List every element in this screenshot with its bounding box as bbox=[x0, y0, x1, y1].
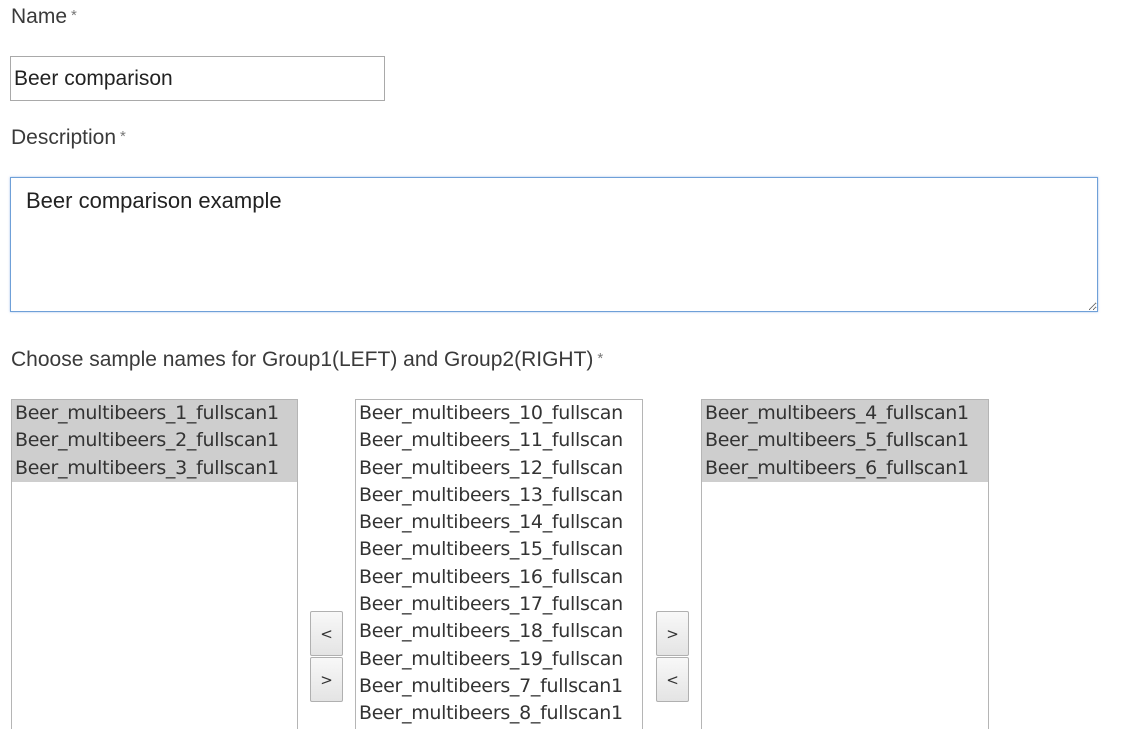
groups-label-text: Choose sample names for Group1(LEFT) and… bbox=[11, 348, 594, 371]
list-item[interactable]: Beer_multibeers_6_fullscan1 bbox=[702, 454, 988, 482]
list-item[interactable]: Beer_multibeers_7_fullscan1 bbox=[356, 673, 642, 700]
required-marker: * bbox=[597, 350, 604, 367]
list-item[interactable]: Beer_multibeers_15_fullscan bbox=[356, 536, 642, 563]
name-input[interactable] bbox=[10, 56, 385, 101]
list-item[interactable]: Beer_multibeers_8_fullscan1 bbox=[356, 700, 642, 727]
name-label: Name * bbox=[11, 5, 77, 29]
list-item[interactable]: Beer_multibeers_17_fullscan bbox=[356, 591, 642, 618]
required-marker: * bbox=[120, 128, 126, 145]
group2-right-listbox[interactable]: Beer_multibeers_4_fullscan1 Beer_multibe… bbox=[701, 399, 989, 729]
required-marker: * bbox=[71, 7, 77, 24]
description-textarea[interactable]: Beer comparison example bbox=[10, 177, 1098, 312]
list-item[interactable]: Beer_multibeers_11_fullscan bbox=[356, 427, 642, 454]
list-item[interactable]: Beer_multibeers_3_fullscan1 bbox=[12, 454, 297, 482]
list-item[interactable]: Beer_multibeers_10_fullscan bbox=[356, 400, 642, 427]
move-to-group2-button[interactable]: > bbox=[656, 611, 689, 656]
groups-label: Choose sample names for Group1(LEFT) and… bbox=[11, 348, 603, 372]
name-label-text: Name bbox=[11, 5, 68, 28]
description-label: Description * bbox=[11, 126, 126, 150]
remove-from-group2-button[interactable]: < bbox=[656, 657, 689, 702]
move-to-group1-button[interactable]: < bbox=[310, 611, 343, 656]
remove-from-group1-button[interactable]: > bbox=[310, 657, 343, 702]
list-item[interactable]: Beer_multibeers_12_fullscan bbox=[356, 455, 642, 482]
list-item[interactable]: Beer_multibeers_1_fullscan1 bbox=[12, 400, 297, 428]
group1-left-listbox[interactable]: Beer_multibeers_1_fullscan1 Beer_multibe… bbox=[11, 399, 298, 729]
list-item[interactable]: Beer_multibeers_18_fullscan bbox=[356, 618, 642, 645]
list-item[interactable]: Beer_multibeers_14_fullscan bbox=[356, 509, 642, 536]
available-samples-listbox[interactable]: Beer_multibeers_10_fullscan Beer_multibe… bbox=[355, 399, 643, 729]
list-item[interactable]: Beer_multibeers_16_fullscan bbox=[356, 564, 642, 591]
list-item[interactable]: Beer_multibeers_5_fullscan1 bbox=[702, 427, 988, 455]
list-item[interactable]: Beer_multibeers_2_fullscan1 bbox=[12, 427, 297, 455]
list-item[interactable]: Beer_multibeers_19_fullscan bbox=[356, 646, 642, 673]
list-item[interactable]: Beer_multibeers_13_fullscan bbox=[356, 482, 642, 509]
description-label-text: Description bbox=[11, 126, 117, 149]
list-item[interactable]: Beer_multibeers_4_fullscan1 bbox=[702, 400, 988, 428]
